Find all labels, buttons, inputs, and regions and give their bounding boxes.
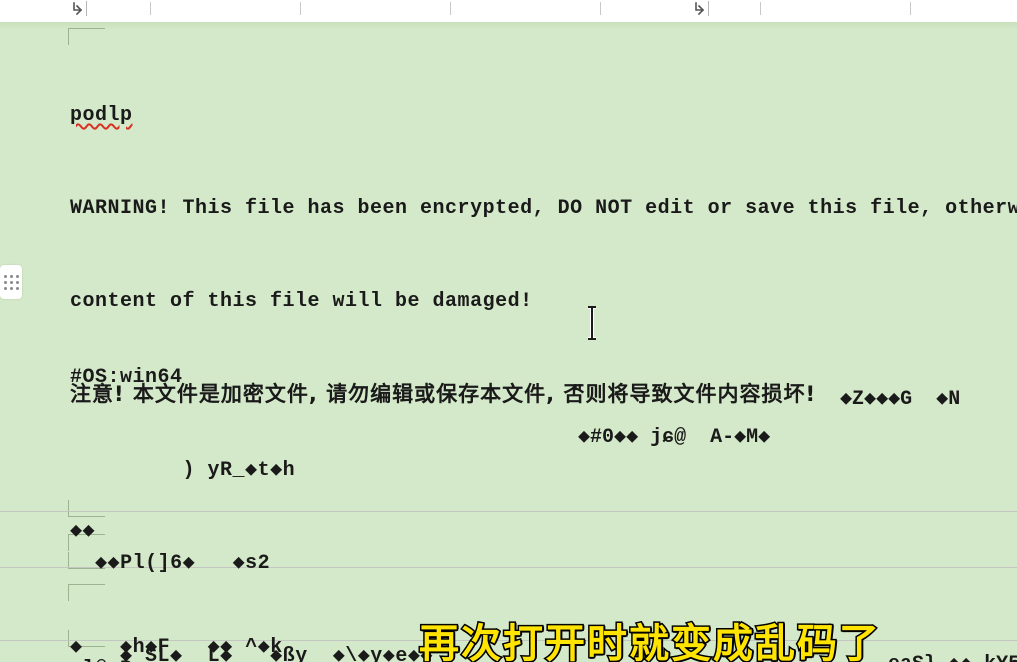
garbled-line: ) yR_◆t◆h: [70, 459, 296, 482]
garbled-tail-rest: ◆◆ kY5ǒ: [936, 653, 1017, 662]
dot: [9, 274, 13, 278]
ruler-tick: [760, 2, 761, 15]
ruler-tick: [300, 2, 301, 15]
grid-dots-glyph: [3, 274, 19, 290]
dot: [15, 274, 19, 278]
dot: [3, 274, 7, 278]
text-ibeam-cursor-icon: [585, 305, 599, 341]
dot: [9, 286, 13, 290]
stray-quote-character: ": [572, 382, 584, 404]
os-tag-line: #OS:win64: [70, 366, 183, 389]
warning-line-podlp: podlp: [70, 100, 1017, 131]
ruler-tick: [150, 2, 151, 15]
ruler-tick: [600, 2, 601, 15]
dot: [15, 280, 19, 284]
garbled-fragment-lower-right: ◆#0◆◆ jɕ@ A-◆M◆: [578, 426, 771, 449]
ruler-tick: [910, 2, 911, 15]
dot: [3, 286, 7, 290]
indent-marker-right-icon[interactable]: [694, 1, 708, 16]
garbled-text-block-2: ◆◆: [70, 520, 96, 543]
garbled-text-block-3: ◆ ◆h◆F ◆◆ ^◆k )◆◆Z 함◆HA◆◆◆+◆!: [70, 570, 283, 662]
garbled-text-block-4: ◆l@ R: [70, 654, 133, 662]
ruler-margin-divider: [86, 1, 87, 16]
indent-marker-left-icon[interactable]: [72, 1, 86, 16]
dot: [3, 280, 7, 284]
ruler-margin-divider: [708, 1, 709, 16]
document-ruler[interactable]: [0, 0, 1017, 23]
garbled-tail-misspelled: eaS}: [888, 653, 936, 662]
document-canvas[interactable]: podlp WARNING! This file has been encryp…: [0, 22, 1017, 662]
dot: [9, 280, 13, 284]
garbled-fragment-upper-right: ◆Z◆◆◆G ◆N: [840, 388, 961, 411]
misspelled-word: podlp: [70, 104, 133, 127]
ruler-tick: [450, 2, 451, 15]
dot: [15, 286, 19, 290]
video-caption-overlay: 再次打开时就变成乱码了: [418, 620, 881, 662]
grid-dots-icon[interactable]: [0, 265, 22, 299]
warning-line-1: WARNING! This file has been encrypted, D…: [70, 197, 1017, 220]
